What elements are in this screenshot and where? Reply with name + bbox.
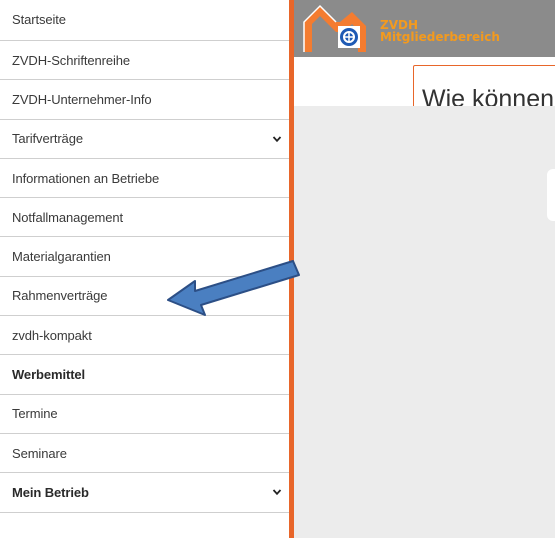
main-content: ZVDH Mitgliederbereich xyxy=(294,0,555,538)
sidebar-item-label: Mein Betrieb xyxy=(12,484,89,500)
logo-line-mitgliederbereich: Mitgliederbereich xyxy=(380,30,500,44)
sidebar-item-schriftenreihe[interactable]: ZVDH-Schriftenreihe xyxy=(0,41,289,81)
sidebar-item-mein-betrieb[interactable]: Mein Betrieb xyxy=(0,473,289,513)
logo-text: ZVDH Mitgliederbereich xyxy=(380,19,500,43)
chevron-down-icon xyxy=(272,489,282,496)
sidebar-item-informationen[interactable]: Informationen an Betriebe xyxy=(0,159,289,199)
content-card[interactable] xyxy=(547,169,555,221)
sidebar-item-werbemittel[interactable]: Werbemittel xyxy=(0,355,289,395)
sidebar-item-seminare[interactable]: Seminare xyxy=(0,434,289,474)
sidebar-item-label: Tarifverträge xyxy=(12,131,83,147)
sidebar-item-unternehmer-info[interactable]: ZVDH-Unternehmer-Info xyxy=(0,80,289,120)
sidebar-item-startseite[interactable]: Startseite xyxy=(0,0,289,41)
header-banner: ZVDH Mitgliederbereich xyxy=(294,0,555,57)
sidebar-item-zvdh-kompakt[interactable]: zvdh-kompakt xyxy=(0,316,289,356)
header: ZVDH Mitgliederbereich xyxy=(294,0,555,131)
search-box-clip xyxy=(413,106,555,136)
arrow-left-icon xyxy=(167,260,300,316)
sidebar-item-termine[interactable]: Termine xyxy=(0,395,289,434)
sidebar-item-notfallmanagement[interactable]: Notfallmanagement xyxy=(0,198,289,238)
zvdh-logo[interactable] xyxy=(300,4,370,56)
sidebar-item-tarifvertraege[interactable]: Tarifverträge xyxy=(0,120,289,159)
chevron-down-icon xyxy=(272,136,282,142)
